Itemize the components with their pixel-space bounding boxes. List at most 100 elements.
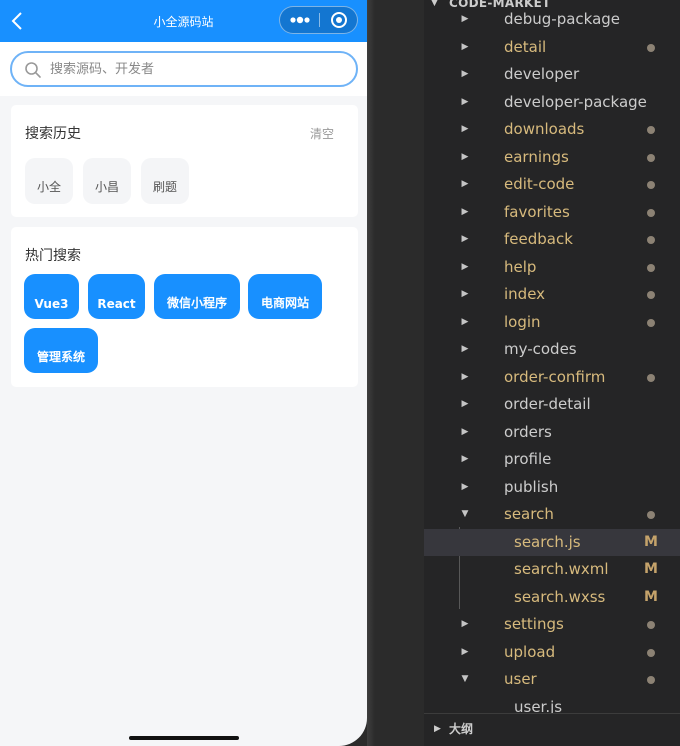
history-item[interactable]: 小全 <box>25 158 73 204</box>
file-explorer: ▼ CODE-MARKET ▶ debug-package ▶ detail ▶ deve… <box>424 0 680 746</box>
modified-dot-icon <box>647 43 655 52</box>
tree-item-label: publish <box>504 477 559 496</box>
tree-item-label: orders <box>504 422 552 441</box>
chevron-right-icon: ▶ <box>461 344 469 354</box>
hot-search-card: 热门搜索 Vue3 React 微信小程序 电商网站 管理系统 <box>11 227 358 387</box>
tree-folder[interactable]: ▼ user <box>424 666 680 693</box>
close-circle-icon[interactable] <box>327 9 351 31</box>
hot-tag[interactable]: 电商网站 <box>248 274 322 319</box>
tree-folder[interactable]: ▶ profile <box>424 446 680 473</box>
modified-dot-icon <box>647 208 655 217</box>
chevron-right-icon: ▶ <box>461 646 469 657</box>
tree-item-label: order-confirm <box>504 367 606 386</box>
tree-item-label: index <box>504 285 546 303</box>
tree-item-label: login <box>504 312 541 331</box>
chevron-down-icon: ▼ <box>461 509 469 519</box>
git-status-badge: M <box>644 533 658 550</box>
modified-dot-icon <box>647 318 655 327</box>
tree-folder[interactable]: ▶ developer <box>424 61 680 88</box>
hot-tag[interactable]: Vue3 <box>24 274 79 319</box>
tree-folder[interactable]: ▶ orders <box>424 419 680 446</box>
hot-tag[interactable]: React <box>88 274 145 319</box>
hot-tag[interactable]: 微信小程序 <box>154 274 240 319</box>
search-bar-area <box>0 42 367 96</box>
search-box[interactable] <box>10 51 358 87</box>
outline-section[interactable]: ▶ 大纲 <box>424 713 680 746</box>
clear-history-button[interactable]: 清空 <box>310 125 334 142</box>
tree-item-label: order-detail <box>504 395 591 413</box>
hot-tag[interactable]: 管理系统 <box>24 328 98 373</box>
chevron-right-icon: ▶ <box>461 41 469 52</box>
modified-dot-icon <box>647 153 655 162</box>
tree-folder[interactable]: ▶ login <box>424 309 680 336</box>
git-status-badge: M <box>644 561 658 577</box>
modified-dot-icon <box>647 263 655 272</box>
tree-folder[interactable]: ▶ earnings <box>424 144 680 171</box>
chevron-right-icon: ▶ <box>461 289 469 299</box>
tree-folder[interactable]: ▶ order-confirm <box>424 364 680 391</box>
tree-folder[interactable]: ▶ edit-code <box>424 171 680 198</box>
chevron-down-icon: ▼ <box>461 674 469 684</box>
tree-folder[interactable]: ▶ index <box>424 281 680 308</box>
simulator-edge <box>367 0 375 746</box>
tree-item-label: edit-code <box>504 175 575 193</box>
chevron-right-icon: ▶ <box>461 14 469 24</box>
git-status-badge: M <box>644 588 658 605</box>
chevron-right-icon: ▶ <box>461 151 469 162</box>
tree-folder[interactable]: ▶ detail <box>424 34 680 61</box>
hot-title: 热门搜索 <box>25 248 81 264</box>
tree-folder[interactable]: ▶ my-codes <box>424 336 680 363</box>
tree-item-label: feedback <box>504 230 573 248</box>
more-dots-icon[interactable] <box>286 9 314 31</box>
outline-label: 大纲 <box>449 722 474 736</box>
tree-folder[interactable]: ▶ help <box>424 254 680 281</box>
capsule-divider <box>319 13 320 27</box>
modified-dot-icon <box>647 621 655 629</box>
tree-folder[interactable]: ▶ feedback <box>424 226 680 253</box>
chevron-right-icon: ▶ <box>461 206 469 217</box>
chevron-right-icon: ▶ <box>461 454 469 464</box>
nav-bar: 小全源码站 <box>0 0 367 42</box>
modified-dot-icon <box>647 373 655 382</box>
tree-folder[interactable]: ▶ developer-package <box>424 89 680 116</box>
tree-item-label: detail <box>504 37 547 56</box>
tree-folder[interactable]: ▶ upload <box>424 639 680 666</box>
search-history-card: 搜索历史 清空 小全 小昌 刷题 <box>11 105 358 217</box>
tree-folder[interactable]: ▶ favorites <box>424 199 680 226</box>
chevron-right-icon: ▶ <box>461 96 469 107</box>
search-input[interactable] <box>50 57 340 81</box>
tree-folder[interactable]: ▼ search <box>424 501 680 528</box>
tree-folder[interactable]: ▶ settings <box>424 611 680 638</box>
history-item[interactable]: 小昌 <box>83 158 131 204</box>
tree-item-label: earnings <box>504 147 569 166</box>
chevron-right-icon: ▶ <box>461 371 469 382</box>
chevron-right-icon: ▶ <box>461 179 469 189</box>
chevron-right-icon: ▶ <box>461 124 469 134</box>
tree-folder[interactable]: ▶ downloads <box>424 116 680 143</box>
tree-item-label: settings <box>504 615 564 633</box>
tree-file[interactable]: search.wxml M <box>424 556 680 583</box>
tree-item-label: debug-package <box>504 10 621 28</box>
tree-item-label: search <box>504 505 554 523</box>
tree-item-label: user <box>504 670 537 688</box>
tree-item-label: developer-package <box>504 92 647 111</box>
tree-file[interactable]: search.wxss M <box>424 584 680 611</box>
modified-dot-icon <box>647 511 655 519</box>
home-indicator <box>129 736 239 740</box>
tree-folder[interactable]: ▶ publish <box>424 474 680 501</box>
search-icon <box>25 62 41 78</box>
chevron-right-icon: ▶ <box>461 316 469 327</box>
tree-item-label: downloads <box>504 120 585 138</box>
tree-item-label: upload <box>504 642 556 661</box>
modified-dot-icon <box>647 126 655 134</box>
chevron-right-icon: ▶ <box>461 399 469 409</box>
tree-item-label: help <box>504 257 537 276</box>
tree-folder[interactable]: ▶ order-detail <box>424 391 680 418</box>
tree-file[interactable]: search.js M <box>424 528 680 556</box>
chevron-right-icon: ▶ <box>461 69 469 79</box>
history-item[interactable]: 刷题 <box>141 158 189 204</box>
modified-dot-icon <box>647 676 655 684</box>
chevron-right-icon: ▶ <box>461 481 469 492</box>
chevron-right-icon: ▶ <box>461 261 469 272</box>
tree-folder[interactable]: ▶ debug-package <box>424 6 680 33</box>
